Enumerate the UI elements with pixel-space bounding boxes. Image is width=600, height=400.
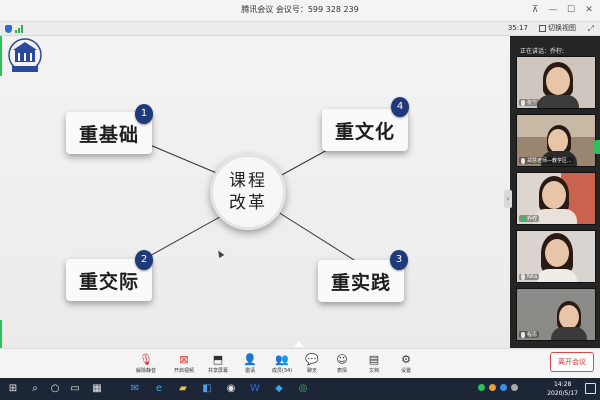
toolbar-collapse-arrow-icon[interactable] <box>294 341 304 347</box>
mic-muted-icon: 🎙 <box>139 353 153 366</box>
tile-label: Nita <box>519 274 540 280</box>
cortana-icon[interactable]: ○ <box>48 382 62 396</box>
wechat-icon[interactable]: ◎ <box>296 382 310 396</box>
minimize-icon[interactable]: — <box>546 3 560 17</box>
explorer-icon[interactable]: ▦ <box>90 382 104 396</box>
fullscreen-icon[interactable]: ⤢ <box>588 24 594 34</box>
school-logo-icon <box>8 38 42 72</box>
document-button[interactable]: ▤ 文档 <box>356 353 392 374</box>
word-icon[interactable]: W <box>248 382 262 396</box>
system-tray[interactable] <box>478 384 518 391</box>
switch-view-button[interactable]: 切换视图 <box>539 23 576 33</box>
signal-strength-icon[interactable] <box>15 25 25 33</box>
invite-icon: 👤 <box>243 353 257 366</box>
folder-icon[interactable]: ▰ <box>176 382 190 396</box>
mic-speaking-icon <box>521 215 525 222</box>
app-icon[interactable]: ◉ <box>224 382 238 396</box>
card-label: 重文化 <box>334 120 395 143</box>
meeting-toolbar: 🎙 解除静音 ⊠ 开启视频 ⬒ 共享屏幕 👤 邀请 👥 成员(34) 💬 聊天 … <box>0 348 600 378</box>
clock-time: 14:28 <box>553 381 572 388</box>
card-label: 重基础 <box>78 123 139 146</box>
number-badge: 2 <box>135 250 153 270</box>
meeting-app: 腾讯会议 会议号：599 328 239 ⊼ — ☐ ✕ 35:17 切换视图 … <box>0 0 600 400</box>
center-circle: 课程 改革 <box>210 154 286 230</box>
speaking-indicator: 正在讲话：乔柠; <box>520 48 565 55</box>
leave-meeting-button[interactable]: 离开会议 <box>550 352 594 372</box>
panel-edge-indicator <box>594 140 600 154</box>
tile-label: 张宁 <box>519 99 540 106</box>
share-border-indicator <box>0 320 2 348</box>
os-taskbar: ⊞ ⌕ ○ ▭ ▦ ✉ e ▰ ◧ ◉ W ◆ ◎ 14:28 2020/5/1… <box>0 378 600 400</box>
share-screen-icon: ⬒ <box>212 353 224 366</box>
settings-button[interactable]: ⚙ 设置 <box>388 353 424 374</box>
camera-off-icon: ⊠ <box>179 353 189 366</box>
title-bar: 腾讯会议 会议号：599 328 239 ⊼ — ☐ ✕ <box>0 0 600 22</box>
center-text-line2: 改革 <box>229 193 267 213</box>
unmute-button[interactable]: 🎙 解除静音 <box>128 353 164 374</box>
video-tile[interactable]: 张宁 <box>516 56 596 109</box>
window-controls: ⊼ — ☐ ✕ <box>528 3 596 17</box>
collapse-panel-button[interactable]: › <box>504 190 512 208</box>
emoji-button[interactable]: ☺ 表情 <box>324 353 360 374</box>
mic-icon <box>521 99 525 106</box>
maximize-icon[interactable]: ☐ <box>564 3 578 17</box>
grid-view-icon <box>539 24 546 32</box>
store-icon[interactable]: ◧ <box>200 382 214 396</box>
number-badge: 3 <box>390 250 408 270</box>
clock-date: 2020/5/17 <box>547 390 578 397</box>
edge-browser-icon[interactable]: e <box>152 382 166 396</box>
notification-icon[interactable] <box>585 383 596 394</box>
window-title: 腾讯会议 会议号：599 328 239 <box>241 5 359 14</box>
card-label: 重实践 <box>330 271 391 294</box>
document-icon: ▤ <box>368 353 380 366</box>
tile-label: 乔柠 <box>519 215 540 222</box>
emoji-icon: ☺ <box>336 353 348 366</box>
video-tile[interactable]: 乔柠 <box>516 172 596 225</box>
share-border-indicator <box>0 36 2 76</box>
taskbar-clock[interactable]: 14:28 2020/5/17 <box>547 380 578 398</box>
share-screen-button[interactable]: ⬒ 共享屏幕 <box>200 353 236 374</box>
meeting-timer: 35:17 <box>507 24 528 32</box>
task-view-icon[interactable]: ▭ <box>68 382 82 396</box>
security-shield-icon[interactable] <box>5 25 12 33</box>
video-tile[interactable]: 郑慧老师—教学区... <box>516 114 596 167</box>
video-tile[interactable]: Nita <box>516 230 596 283</box>
settings-icon: ⚙ <box>401 353 411 366</box>
info-bar: 35:17 切换视图 ⤢ <box>0 22 600 36</box>
windows-start-icon[interactable]: ⊞ <box>6 382 20 396</box>
number-badge: 4 <box>391 97 409 117</box>
number-badge: 1 <box>135 104 153 124</box>
mic-icon <box>521 157 525 164</box>
search-icon[interactable]: ⌕ <box>28 382 42 396</box>
video-tile[interactable]: 程思 <box>516 288 596 341</box>
center-text-line1: 课程 <box>229 171 267 191</box>
close-icon[interactable]: ✕ <box>582 3 596 17</box>
switch-view-label: 切换视图 <box>548 24 576 32</box>
pin-icon[interactable]: ⊼ <box>528 3 542 17</box>
meeting-app-icon[interactable]: ◆ <box>272 382 286 396</box>
start-video-button[interactable]: ⊠ 开启视频 <box>166 353 202 374</box>
mail-icon[interactable]: ✉ <box>128 382 142 396</box>
mic-icon <box>521 274 525 280</box>
invite-button[interactable]: 👤 邀请 <box>232 353 268 374</box>
tile-label: 程思 <box>519 331 540 338</box>
mic-icon <box>521 331 525 338</box>
card-label: 重交际 <box>78 270 139 293</box>
tile-label: 郑慧老师—教学区... <box>519 157 574 164</box>
